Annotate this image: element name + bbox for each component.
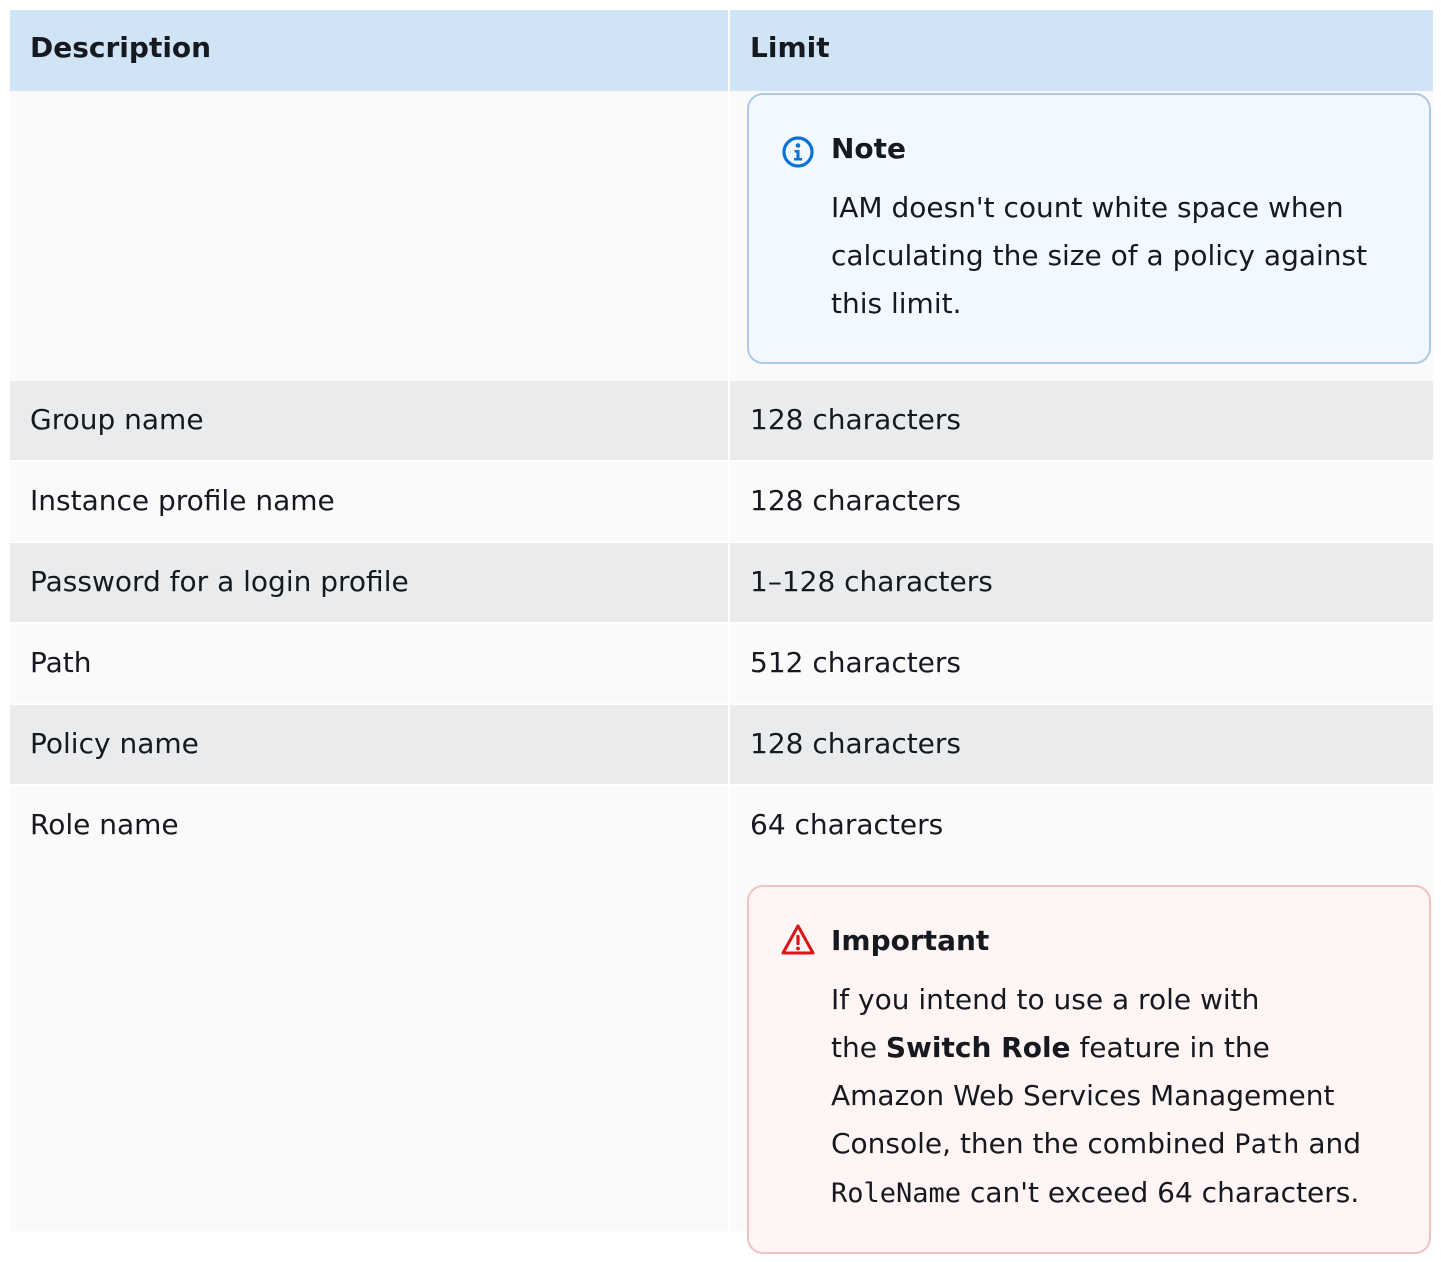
important-line: RoleName can't exceed 64 characters. — [831, 1176, 1360, 1209]
info-icon — [782, 136, 814, 168]
table-cell-limit: 128 characters — [730, 705, 1433, 784]
table-cell-description: Path — [10, 624, 728, 703]
code-rolename: RoleName — [831, 1178, 962, 1209]
important-text: If you intend to use a role with the Swi… — [831, 976, 1411, 1218]
important-line: If you intend to use a role with — [831, 983, 1260, 1016]
header-description: Description — [10, 10, 728, 91]
table-cell-empty — [10, 91, 728, 381]
table-cell-limit: 1–128 characters — [730, 543, 1433, 622]
table-row: Instance profile name 128 characters — [10, 462, 1433, 541]
table-cell-description: Role name — [10, 786, 728, 1231]
table-cell-description: Password for a login profile — [10, 543, 728, 622]
table-cell-description: Group name — [10, 381, 728, 460]
table-header-row: Description Limit — [10, 10, 1433, 91]
table-cell-description: Instance profile name — [10, 462, 728, 541]
note-callout: Note IAM doesn't count white space when … — [747, 93, 1431, 364]
note-text: IAM doesn't count white space when calcu… — [831, 191, 1368, 320]
switch-role-emphasis: Switch Role — [885, 1031, 1071, 1064]
important-line: Amazon Web Services Management — [831, 1079, 1335, 1112]
important-line: Console, then the combined Path and — [831, 1127, 1362, 1160]
table-row: Password for a login profile 1–128 chara… — [10, 543, 1433, 622]
table-cell-limit: 128 characters — [730, 462, 1433, 541]
note-title: Note — [831, 132, 907, 165]
table-cell-limit: 128 characters — [730, 381, 1433, 460]
important-title: Important — [831, 924, 990, 957]
header-limit: Limit — [730, 10, 1433, 91]
warning-icon — [781, 924, 815, 955]
important-line: the Switch Role feature in the — [831, 1031, 1270, 1064]
important-callout: Important If you intend to use a role wi… — [747, 885, 1431, 1254]
table-cell-description: Policy name — [10, 705, 728, 784]
table-row: Policy name 128 characters — [10, 705, 1433, 784]
table-row: Group name 128 characters — [10, 381, 1433, 460]
table-cell-limit: 512 characters — [730, 624, 1433, 703]
table-row: Path 512 characters — [10, 624, 1433, 703]
code-path: Path — [1234, 1129, 1300, 1160]
